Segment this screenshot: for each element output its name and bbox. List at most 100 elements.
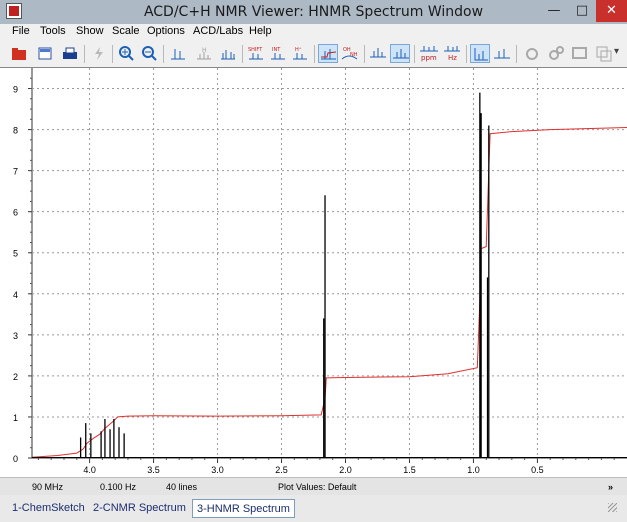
shift-label: SHIFT bbox=[248, 47, 263, 53]
y-tick-label: 4 bbox=[13, 290, 18, 300]
hnmr-spectrum-chart[interactable]: 0 1 2 3 4 5 6 7 8 9 4.0 3.5 3.0 2.5 2.0 1.5 1.0 0.5 bbox=[0, 68, 627, 477]
status-lines: 40 lines bbox=[166, 482, 198, 492]
zoom-in-icon bbox=[119, 46, 134, 61]
close-button[interactable]: ✕ bbox=[596, 0, 627, 22]
settings-button[interactable] bbox=[522, 44, 542, 63]
window-title: ACD/C+H NMR Viewer: HNMR Spectrum Window bbox=[143, 4, 484, 20]
toolbar-separator bbox=[364, 45, 365, 63]
tab-cnmr-spectrum[interactable]: 2-CNMR Spectrum bbox=[89, 499, 190, 518]
printer-icon bbox=[63, 47, 77, 59]
maximize-button[interactable]: □ bbox=[568, 0, 596, 22]
toolbar-separator bbox=[163, 45, 164, 63]
integral-button[interactable]: INT bbox=[268, 44, 288, 63]
status-bar: 90 MHz 0.100 Hz 40 lines Plot Values: De… bbox=[0, 477, 627, 495]
hz-button[interactable]: Hz bbox=[442, 44, 462, 63]
integral-curve bbox=[31, 127, 627, 458]
spectrum-plot-area[interactable]: 0 1 2 3 4 5 6 7 8 9 4.0 3.5 3.0 2.5 2.0 1.5 1.0 0.5 bbox=[0, 67, 627, 477]
ppm-label: ppm bbox=[421, 54, 437, 62]
y-tick-label: 5 bbox=[13, 249, 18, 259]
export-icon bbox=[572, 47, 587, 59]
toolbar-separator bbox=[112, 45, 113, 63]
tab-chemsketch[interactable]: 1-ChemSketch bbox=[8, 499, 89, 518]
y-tick-label: 2 bbox=[13, 372, 18, 382]
oh-nh-icon: OHNH bbox=[341, 47, 358, 60]
open-folder-icon bbox=[12, 48, 26, 60]
x-tick-label: 0.5 bbox=[531, 465, 544, 475]
x-tick-label: 3.5 bbox=[147, 465, 160, 475]
int-label: INT bbox=[272, 47, 281, 53]
axis-scale-button[interactable] bbox=[470, 44, 490, 63]
lightning-icon bbox=[95, 47, 103, 60]
copy-button[interactable] bbox=[594, 44, 614, 63]
x-tick-label: 1.5 bbox=[403, 465, 416, 475]
shift-button[interactable]: SHIFT bbox=[246, 44, 266, 63]
y-tick-label: 6 bbox=[13, 208, 18, 218]
menu-acdlabs[interactable]: ACD/Labs bbox=[193, 25, 243, 37]
ppm-button[interactable]: ppm bbox=[418, 44, 438, 63]
resize-grip[interactable] bbox=[608, 503, 617, 512]
gears-icon bbox=[549, 46, 564, 60]
peaks-icon bbox=[370, 48, 386, 58]
baseline-icon bbox=[494, 49, 510, 59]
toolbar-separator bbox=[414, 45, 415, 63]
peaks-labeled-button[interactable] bbox=[390, 44, 410, 63]
baseline-button[interactable] bbox=[492, 44, 512, 63]
layout-icon bbox=[38, 47, 52, 60]
x-tick-label: 1.0 bbox=[467, 465, 480, 475]
app-window: ACD/C+H NMR Viewer: HNMR Spectrum Window… bbox=[0, 0, 627, 522]
multiplet-button[interactable] bbox=[218, 44, 238, 63]
menu-show[interactable]: Show bbox=[76, 25, 104, 37]
x-tick-label: 2.5 bbox=[275, 465, 288, 475]
x-tick-label: 4.0 bbox=[83, 465, 96, 475]
title-bar[interactable]: ACD/C+H NMR Viewer: HNMR Spectrum Window… bbox=[0, 0, 627, 24]
tab-hnmr-spectrum[interactable]: 3-HNMR Spectrum bbox=[192, 499, 295, 518]
print-button[interactable] bbox=[60, 44, 80, 63]
hplus-label: H⁺ bbox=[295, 47, 302, 53]
menu-bar: File Tools Show Scale Options ACD/Labs H… bbox=[0, 24, 627, 41]
minimize-button[interactable]: — bbox=[540, 0, 568, 22]
peaks-button[interactable] bbox=[368, 44, 388, 63]
toolbar-overflow-button[interactable]: ▾ bbox=[614, 46, 619, 57]
status-resolution: 0.100 Hz bbox=[100, 482, 137, 492]
layout-button[interactable] bbox=[35, 44, 55, 63]
auto-button[interactable] bbox=[89, 44, 109, 63]
toolbar: H SHIFT INT H⁺ OH NH ppm Hz ▾ bbox=[0, 41, 627, 68]
menu-tools[interactable]: Tools bbox=[40, 25, 66, 37]
x-tick-label: 2.0 bbox=[339, 465, 352, 475]
integral-icon: INT bbox=[271, 47, 285, 60]
zoom-in-button[interactable] bbox=[117, 44, 137, 63]
oh-nh-button[interactable]: OH NH bbox=[340, 44, 360, 63]
y-tick-label: 1 bbox=[13, 413, 18, 423]
svg-text:H: H bbox=[202, 47, 207, 54]
spectrum-view-icon bbox=[321, 49, 337, 60]
gear-icon bbox=[526, 48, 538, 60]
menu-file[interactable]: File bbox=[12, 25, 30, 37]
toolbar-separator bbox=[242, 45, 243, 63]
y-tick-label: 7 bbox=[13, 167, 18, 177]
toolbar-separator bbox=[516, 45, 517, 63]
x-tick-label: 3.0 bbox=[211, 465, 224, 475]
peaks-labeled-icon bbox=[393, 49, 409, 59]
copy-icon bbox=[596, 46, 612, 62]
menu-options[interactable]: Options bbox=[147, 25, 185, 37]
toolbar-separator bbox=[84, 45, 85, 63]
h-plus-button[interactable]: H⁺ bbox=[290, 44, 310, 63]
y-tick-label: 3 bbox=[13, 331, 18, 341]
toolbar-separator bbox=[314, 45, 315, 63]
zoom-out-button[interactable] bbox=[140, 44, 160, 63]
peak-pick-button[interactable] bbox=[168, 44, 188, 63]
export-button[interactable] bbox=[570, 44, 590, 63]
open-folder-button[interactable] bbox=[9, 44, 29, 63]
status-plot-values: Plot Values: Default bbox=[278, 482, 357, 492]
menu-help[interactable]: Help bbox=[249, 25, 272, 37]
spectrum-view-button[interactable] bbox=[318, 44, 338, 63]
h-peaks-button[interactable]: H bbox=[194, 44, 214, 63]
hz-icon: Hz bbox=[444, 46, 460, 62]
menu-scale[interactable]: Scale bbox=[112, 25, 140, 37]
h-plus-icon: H⁺ bbox=[293, 47, 307, 60]
multiplet-icon bbox=[221, 50, 235, 60]
zoom-out-icon bbox=[142, 46, 157, 61]
status-more-button[interactable]: » bbox=[608, 482, 613, 492]
ppm-icon: ppm bbox=[420, 46, 438, 62]
tools-button[interactable] bbox=[546, 44, 566, 63]
